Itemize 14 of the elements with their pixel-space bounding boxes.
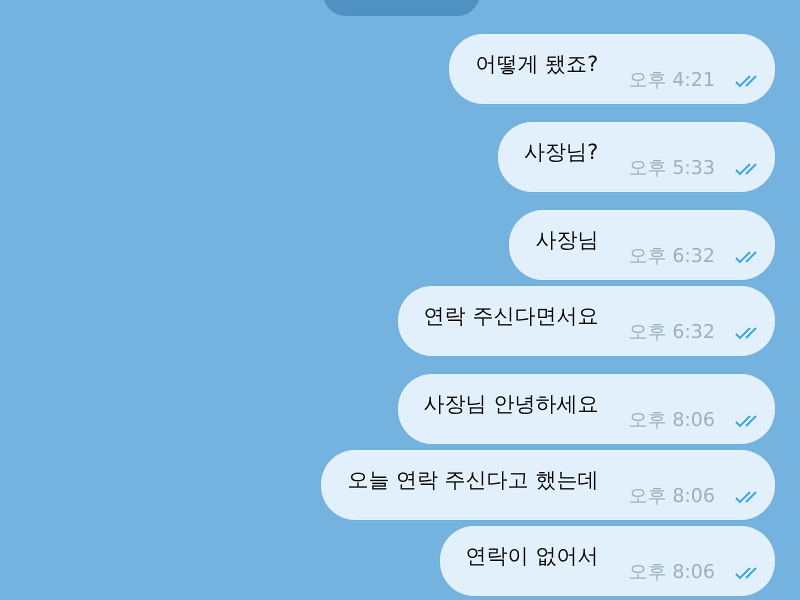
- message-text: 연락 주신다면서요: [424, 303, 598, 330]
- message-text: 사장님?: [524, 139, 598, 166]
- message-time: 오후 4:21: [628, 68, 715, 93]
- message-time: 오후 8:06: [628, 560, 715, 585]
- message-text: 사장님 안녕하세요: [424, 391, 598, 418]
- message-time: 오후 5:33: [628, 156, 715, 181]
- message-text: 연락이 없어서: [466, 543, 598, 570]
- message-time: 오후 8:06: [628, 408, 715, 433]
- message-time: 오후 6:32: [628, 244, 715, 269]
- message-text: 오늘 연락 주신다고 했는데: [347, 467, 598, 494]
- message-text: 어떻게 됐죠?: [475, 51, 598, 78]
- message-time: 오후 6:32: [628, 320, 715, 345]
- message-text: 사장님: [535, 227, 598, 254]
- message-time: 오후 8:06: [628, 484, 715, 509]
